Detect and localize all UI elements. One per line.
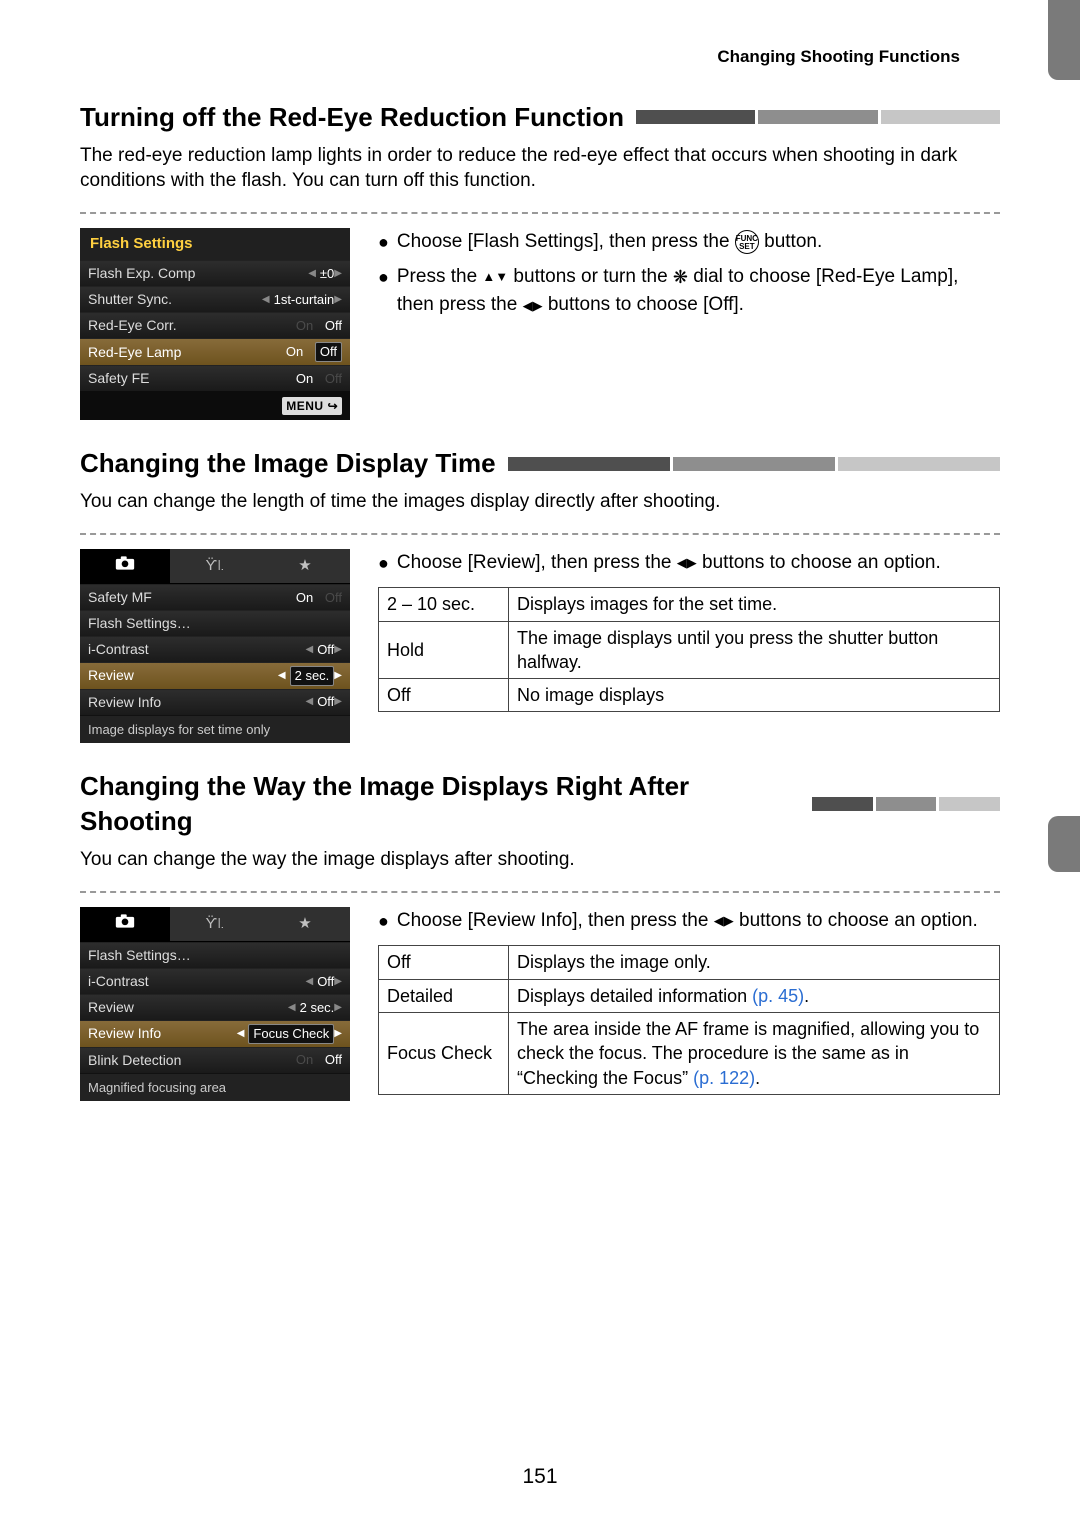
options-table: 2 – 10 sec.Displays images for the set t… (378, 587, 1000, 712)
lcd-status-bar: Magnified focusing area (80, 1073, 350, 1102)
lcd-shooting-menu: ϔ꜑ ★ Flash Settings… i-Contrast ◀Off ▶ R… (80, 907, 350, 1101)
content-block: Flash Settings Flash Exp. Comp ◀±0 ▶ Shu… (80, 228, 1000, 420)
star-tab-icon: ★ (260, 550, 350, 582)
lcd-row-shutter-sync: Shutter Sync. ◀1st-curtain ▶ (80, 286, 350, 312)
lcd-row-red-eye-lamp-selected: Red-Eye Lamp On Off (80, 338, 350, 365)
section-title-display-time: Changing the Image Display Time (80, 446, 1000, 481)
lcd-row-review-info: Review Info ◀Off ▶ (80, 689, 350, 715)
bullet-icon: ● (378, 909, 389, 934)
dial-icon: ❋ (673, 268, 688, 286)
section-title-text: Changing the Way the Image Displays Righ… (80, 769, 800, 839)
section-intro: You can change the length of time the im… (80, 489, 1000, 515)
heading-rule-icon (508, 457, 1000, 471)
lcd-row-safety-mf: Safety MF On Off (80, 584, 350, 610)
section-title-red-eye: Turning off the Red-Eye Reduction Functi… (80, 100, 1000, 135)
table-row: 2 – 10 sec.Displays images for the set t… (379, 588, 1000, 621)
divider (80, 212, 1000, 214)
bullet-icon: ● (378, 551, 389, 576)
options-table: OffDisplays the image only. Detailed Dis… (378, 945, 1000, 1094)
section-intro: The red-eye reduction lamp lights in ord… (80, 143, 1000, 194)
lcd-row-review-selected: Review ◀2 sec. ▶ (80, 662, 350, 689)
bullet-item: ● Press the ▲▼ buttons or turn the ❋ dia… (378, 263, 1000, 320)
section-intro: You can change the way the image display… (80, 847, 1000, 873)
bullet-icon: ● (378, 265, 389, 290)
instruction-list: ● Choose [Review Info], then press the ◀… (378, 907, 1000, 1095)
tools-tab-icon: ϔ꜑ (170, 908, 260, 940)
heading-rule-icon (636, 110, 1000, 124)
table-row: Detailed Displays detailed information (… (379, 979, 1000, 1012)
divider (80, 533, 1000, 535)
page-tab-top (1048, 0, 1080, 80)
star-tab-icon: ★ (260, 908, 350, 940)
lcd-row-flash-settings: Flash Settings… (80, 942, 350, 968)
tools-tab-icon: ϔ꜑ (170, 550, 260, 582)
func-set-icon: FUNCSET (735, 230, 759, 254)
bullet-item: ● Choose [Review], then press the ◀▶ but… (378, 549, 1000, 578)
section-title-text: Turning off the Red-Eye Reduction Functi… (80, 100, 624, 135)
running-head-text: Changing Shooting Functions (717, 47, 960, 66)
table-row: OffNo image displays (379, 679, 1000, 712)
lcd-row-review-info-selected: Review Info ◀Focus Check ▶ (80, 1020, 350, 1047)
bullet-icon: ● (378, 230, 389, 255)
lcd-row-review: Review ◀2 sec. ▶ (80, 994, 350, 1020)
bullet-item: ● Choose [Review Info], then press the ◀… (378, 907, 1000, 936)
lcd-row-red-eye-corr: Red-Eye Corr. On Off (80, 312, 350, 338)
lcd-row-i-contrast: i-Contrast ◀Off ▶ (80, 636, 350, 662)
lcd-flash-settings: Flash Settings Flash Exp. Comp ◀±0 ▶ Shu… (80, 228, 350, 420)
instruction-list: ● Choose [Review], then press the ◀▶ but… (378, 549, 1000, 713)
lcd-row-flash-exp: Flash Exp. Comp ◀±0 ▶ (80, 260, 350, 286)
table-row: Focus Check The area inside the AF frame… (379, 1013, 1000, 1095)
section-title-text: Changing the Image Display Time (80, 446, 496, 481)
lcd-shooting-menu: ϔ꜑ ★ Safety MF On Off Flash Settings… i-… (80, 549, 350, 743)
content-block: ϔ꜑ ★ Safety MF On Off Flash Settings… i-… (80, 549, 1000, 743)
left-right-icon: ◀▶ (714, 914, 734, 927)
up-down-icon: ▲▼ (482, 270, 508, 283)
camera-tab-icon (80, 549, 170, 583)
page-tab-side (1048, 816, 1080, 872)
lcd-row-blink-detection: Blink Detection On Off (80, 1047, 350, 1073)
lcd-status-bar: Image displays for set time only (80, 715, 350, 744)
lcd-menu-bar: MENU ↩ (80, 391, 350, 420)
lcd-row-safety-fe: Safety FE On Off (80, 365, 350, 391)
lcd-tab-bar: ϔ꜑ ★ (80, 549, 350, 584)
page-link[interactable]: (p. 45) (752, 986, 804, 1006)
lcd-tab-bar: ϔ꜑ ★ (80, 907, 350, 942)
table-row: OffDisplays the image only. (379, 946, 1000, 979)
left-right-icon: ◀▶ (523, 299, 543, 312)
manual-page: Changing Shooting Functions Turning off … (0, 0, 1080, 1521)
divider (80, 891, 1000, 893)
table-row: HoldThe image displays until you press t… (379, 621, 1000, 679)
content-block: ϔ꜑ ★ Flash Settings… i-Contrast ◀Off ▶ R… (80, 907, 1000, 1101)
lcd-title: Flash Settings (80, 228, 350, 260)
running-head: Changing Shooting Functions (80, 44, 960, 70)
instruction-list: ● Choose [Flash Settings], then press th… (378, 228, 1000, 326)
left-right-icon: ◀▶ (677, 556, 697, 569)
menu-back-icon: MENU ↩ (282, 397, 342, 415)
heading-rule-icon (812, 797, 1000, 811)
page-number: 151 (0, 1463, 1080, 1491)
lcd-row-i-contrast: i-Contrast ◀Off ▶ (80, 968, 350, 994)
lcd-row-flash-settings: Flash Settings… (80, 610, 350, 636)
page-link[interactable]: (p. 122) (693, 1068, 755, 1088)
bullet-item: ● Choose [Flash Settings], then press th… (378, 228, 1000, 257)
camera-tab-icon (80, 907, 170, 941)
section-title-display-way: Changing the Way the Image Displays Righ… (80, 769, 1000, 839)
